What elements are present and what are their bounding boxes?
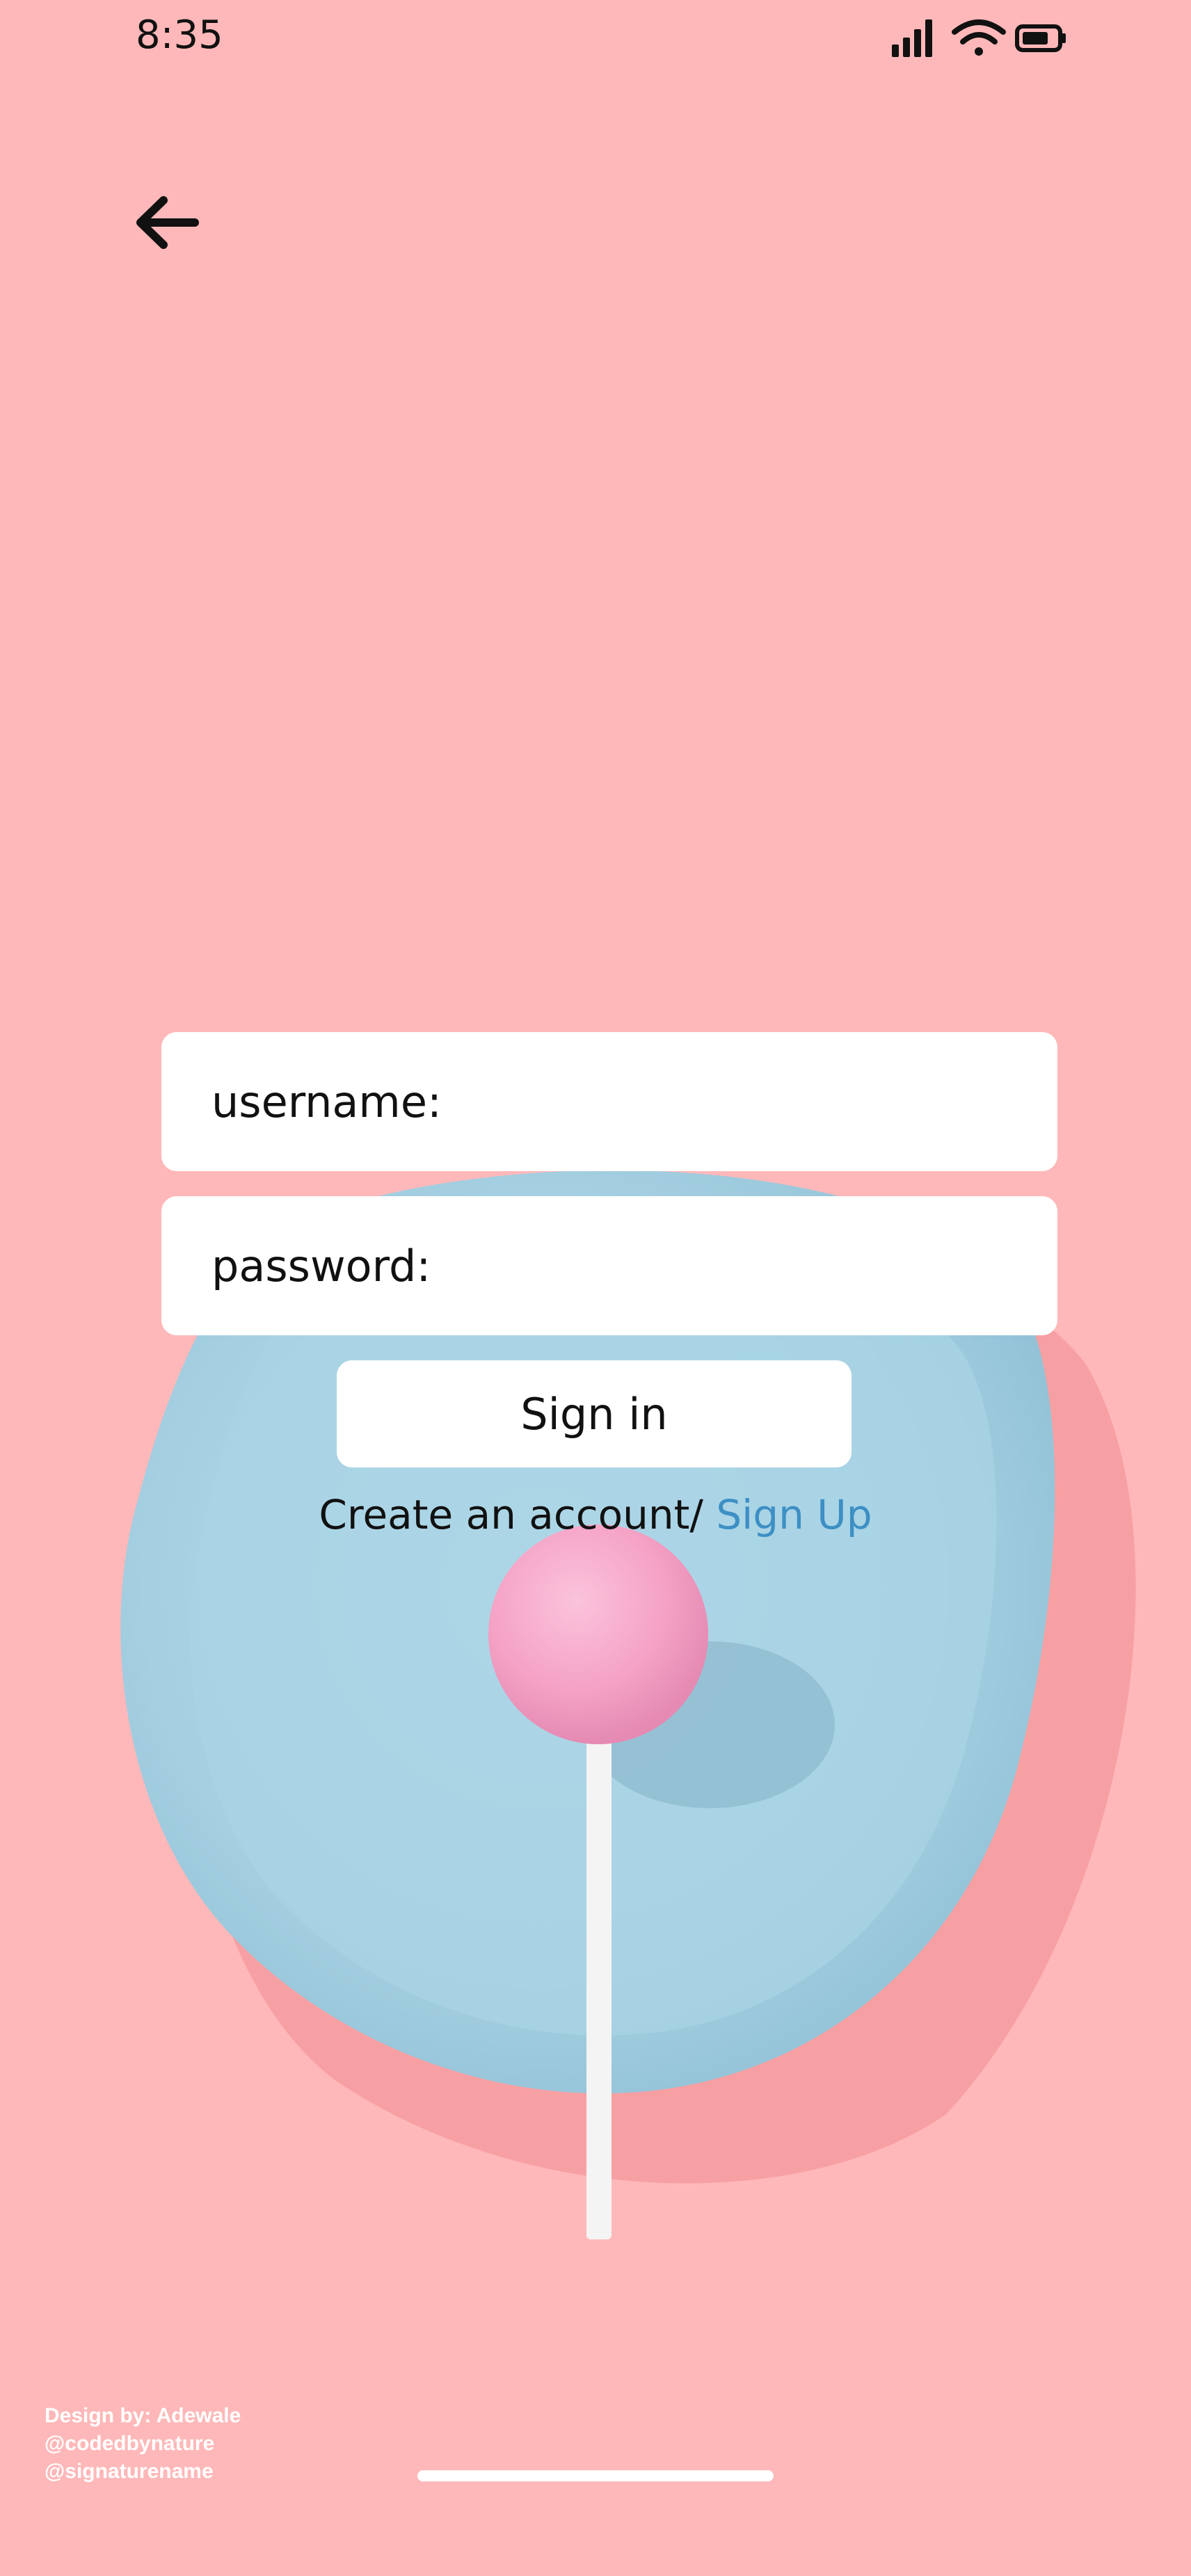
create-account-row: Create an account/ Sign Up <box>0 1491 1191 1538</box>
back-button[interactable] <box>132 188 202 257</box>
credit-handle-2: @signaturename <box>45 2460 214 2483</box>
create-account-text: Create an account/ <box>319 1491 703 1538</box>
username-field-container <box>161 1032 1057 1171</box>
wifi-icon <box>952 19 1006 56</box>
home-indicator[interactable] <box>417 2470 774 2481</box>
credit-designer: Design by: Adewale <box>45 2404 241 2427</box>
lollipop-candy <box>488 1524 708 1744</box>
arrow-left-icon <box>136 196 199 249</box>
battery-icon <box>1015 24 1066 52</box>
design-credits: Design by: Adewale @codedbynature @signa… <box>45 2402 241 2486</box>
signal-icon <box>892 19 932 57</box>
password-field-container <box>161 1196 1057 1335</box>
lollipop-stick <box>586 1711 612 2239</box>
status-bar: 8:35 <box>0 0 1191 83</box>
status-time: 8:35 <box>136 13 223 58</box>
sign-up-link[interactable]: Sign Up <box>716 1491 872 1538</box>
username-input[interactable] <box>211 1076 1057 1127</box>
status-icons <box>892 19 1066 57</box>
sign-in-button[interactable]: Sign in <box>337 1360 852 1467</box>
password-input[interactable] <box>211 1240 1057 1291</box>
credit-handle-1: @codedbynature <box>45 2432 215 2455</box>
